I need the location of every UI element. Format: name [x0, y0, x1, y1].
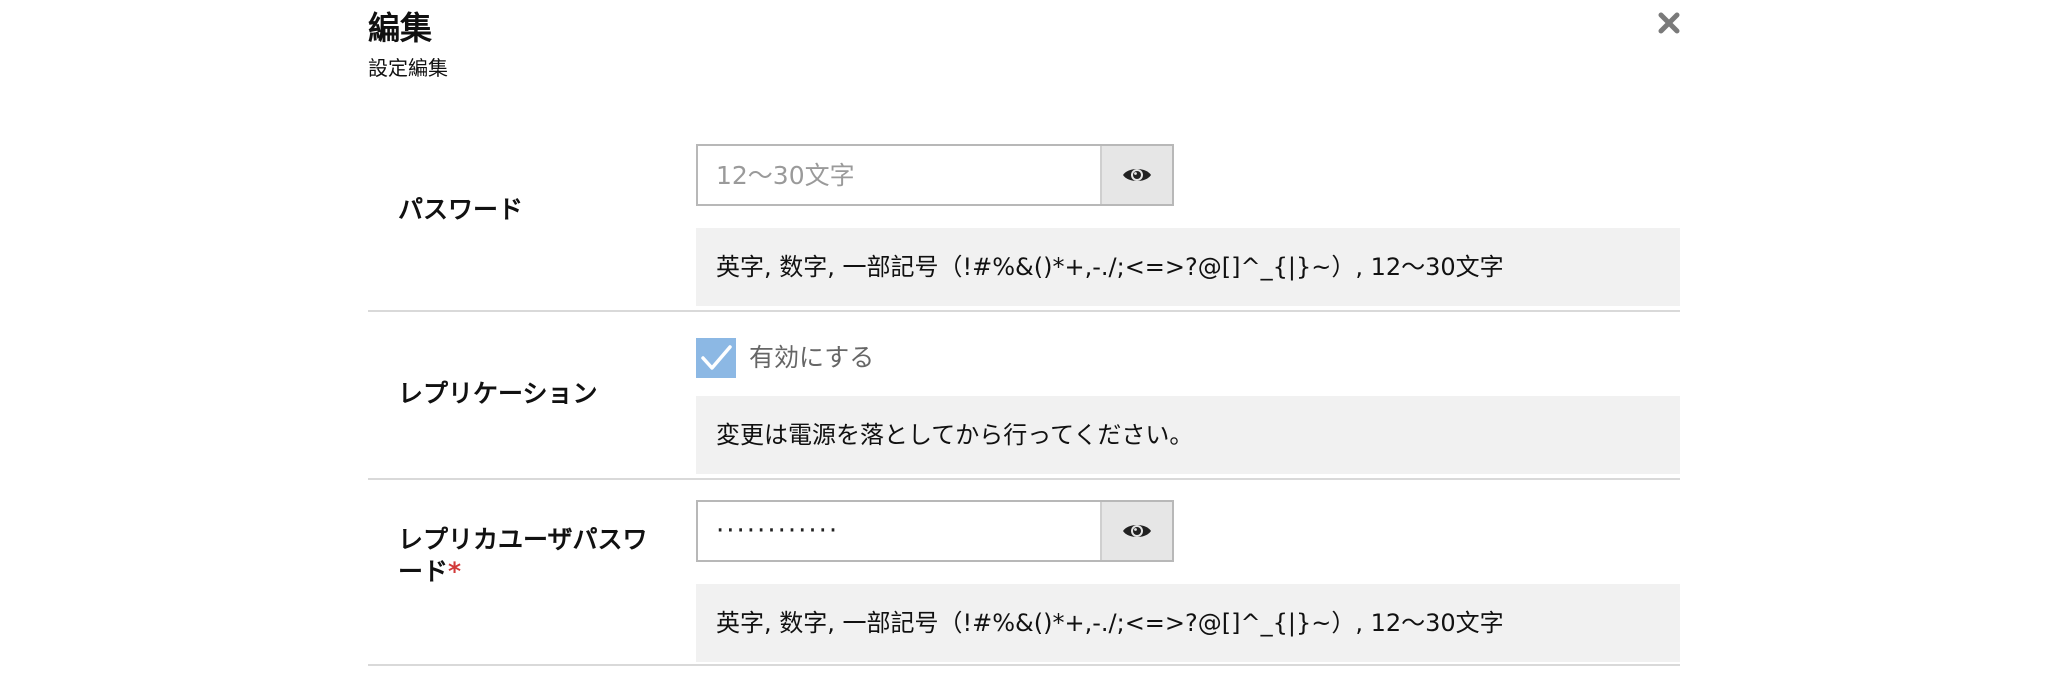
dialog-title: 編集	[368, 9, 433, 47]
password-hint: 英字, 数字, 一部記号（!#%&()*+,-./;<=>?@[]^_{|}~）…	[696, 228, 1680, 306]
password-visibility-toggle[interactable]	[1100, 146, 1172, 204]
password-row: パスワード 英字, 数字, 一部記号（!#%&()*+,-./;<=>?@[]^…	[368, 142, 1680, 312]
password-label: パスワード	[398, 195, 524, 224]
required-mark: *	[448, 557, 462, 586]
checkmark-icon	[701, 345, 732, 370]
replica-user-password-field: ············	[696, 500, 1174, 562]
replica-password-visibility-toggle[interactable]	[1100, 502, 1172, 560]
close-button[interactable]	[1656, 10, 1682, 36]
replication-checkbox-label[interactable]: 有効にする	[749, 338, 874, 378]
password-input[interactable]	[698, 146, 1102, 204]
edit-dialog: 編集 設定編集 パスワード 英字, 数字, 一部記	[368, 0, 1680, 682]
replica-user-password-hint: 英字, 数字, 一部記号（!#%&()*+,-./;<=>?@[]^_{|}~）…	[696, 584, 1680, 662]
replica-user-password-row: レプリカユーザパスワード* ············ 英字, 数字, 一部記号（…	[368, 480, 1680, 666]
replica-user-password-input[interactable]: ············	[698, 502, 1102, 560]
replica-user-password-label-text: レプリカユーザパスワード	[398, 525, 648, 586]
replication-label: レプリケーション	[398, 379, 598, 408]
replication-checkbox-control[interactable]: 有効にする	[696, 338, 874, 378]
settings-form: パスワード 英字, 数字, 一部記号（!#%&()*+,-./;<=>?@[]^…	[368, 142, 1680, 666]
masked-password-value: ············	[716, 516, 840, 546]
replication-checkbox[interactable]	[696, 338, 736, 378]
dialog-subtitle: 設定編集	[368, 56, 448, 80]
replication-row: レプリケーション 有効にする 変更は電源を落としてから行ってください。	[368, 312, 1680, 480]
replica-user-password-label: レプリカユーザパスワード*	[398, 524, 658, 588]
eye-icon	[1123, 525, 1151, 537]
password-field	[696, 144, 1174, 206]
close-icon	[1658, 12, 1680, 34]
replication-hint: 変更は電源を落としてから行ってください。	[696, 396, 1680, 474]
eye-icon	[1123, 169, 1151, 181]
